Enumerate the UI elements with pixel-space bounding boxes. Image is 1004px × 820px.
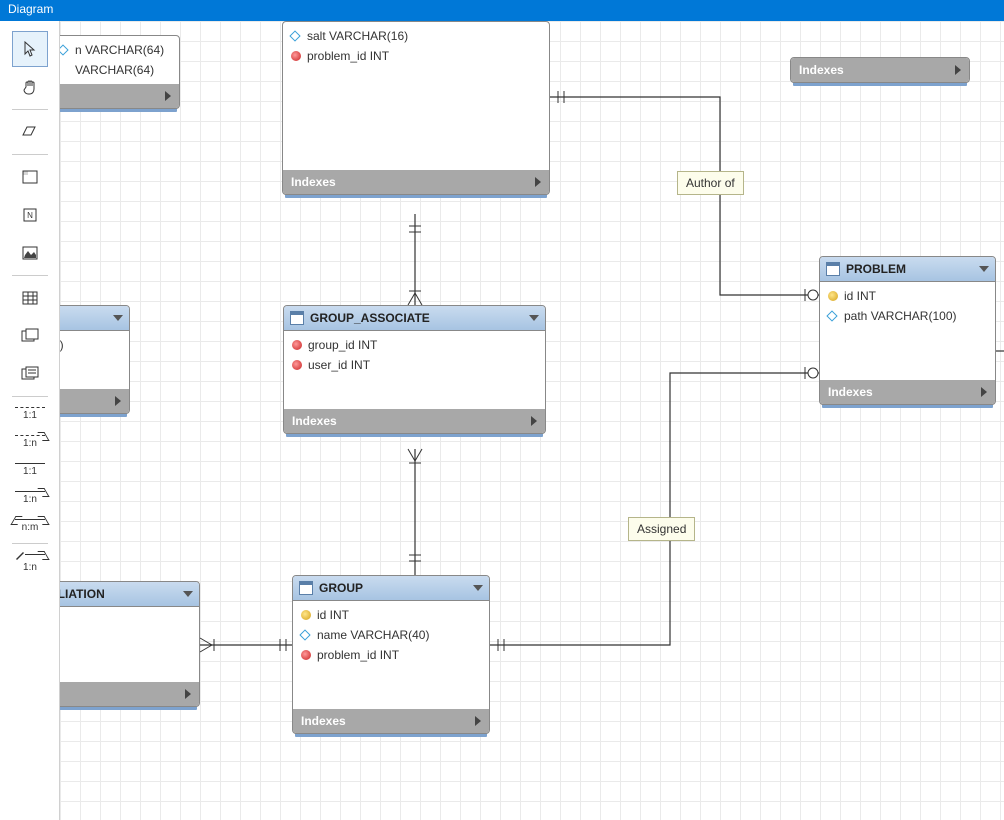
expand-icon [475, 716, 481, 726]
diamond-icon [289, 30, 300, 41]
tool-divider [12, 109, 48, 110]
entity-body: id INT path VARCHAR(100) [820, 282, 995, 380]
main-area: N 1:1 1:n 1:1 1:n [0, 21, 1004, 820]
rel-label-assigned[interactable]: Assigned [628, 517, 695, 541]
column-row[interactable]: VARCHAR(64) [51, 60, 179, 80]
indexes-bar[interactable]: Indexes [284, 409, 545, 433]
entity-group-associate[interactable]: GROUP_ASSOCIATE group_id INT user_id INT… [283, 305, 546, 434]
tool-eraser[interactable] [12, 114, 48, 150]
column-row[interactable]: user_id INT [284, 355, 545, 375]
rel-label-author-of[interactable]: Author of [677, 171, 744, 195]
indexes-bar[interactable]: Indexes [293, 709, 489, 733]
tool-view[interactable] [12, 318, 48, 354]
chevron-down-icon [113, 315, 123, 321]
tool-divider [12, 275, 48, 276]
tab-label: Diagram [8, 2, 53, 16]
rel-tool-1-n[interactable]: 1:n [12, 485, 48, 511]
column-row[interactable]: name VARCHAR(40) [293, 625, 489, 645]
entity-body: salt VARCHAR(16) problem_id INT [283, 22, 549, 170]
table-icon [299, 581, 313, 595]
entity-body: group_id INT user_id INT [284, 331, 545, 409]
indexes-bar[interactable] [51, 84, 179, 108]
table-icon [826, 262, 840, 276]
expand-icon [185, 689, 191, 699]
tool-divider [12, 154, 48, 155]
indexes-bar[interactable]: Indexes [791, 58, 969, 82]
svg-text:N: N [27, 211, 33, 220]
column-row[interactable]: id INT [293, 605, 489, 625]
pk-icon [301, 610, 311, 620]
pk-icon [828, 291, 838, 301]
column-row[interactable]: n VARCHAR(64) [51, 40, 179, 60]
expand-icon [115, 396, 121, 406]
fk-icon [292, 360, 302, 370]
entity-body: n VARCHAR(64) VARCHAR(64) [51, 36, 179, 84]
entity-header[interactable]: PROBLEM [820, 257, 995, 282]
diamond-icon [826, 310, 837, 321]
column-row[interactable]: problem_id INT [283, 46, 549, 66]
rel-tool-pencil-1-n[interactable]: 1:n [12, 548, 48, 574]
fk-icon [292, 340, 302, 350]
indexes-bar[interactable]: Indexes [283, 170, 549, 194]
fk-icon [291, 51, 301, 61]
entity-header[interactable]: GROUP [293, 576, 489, 601]
chevron-down-icon [979, 266, 989, 272]
expand-icon [535, 177, 541, 187]
chevron-down-icon [529, 315, 539, 321]
expand-icon [955, 65, 961, 75]
rel-tool-1-1[interactable]: 1:1 [12, 457, 48, 483]
column-row[interactable]: problem_id INT [293, 645, 489, 665]
column-row[interactable]: group_id INT [284, 335, 545, 355]
tool-divider [12, 543, 48, 544]
entity-group[interactable]: GROUP id INT name VARCHAR(40) problem_id… [292, 575, 490, 734]
fk-icon [301, 650, 311, 660]
tool-layer[interactable] [12, 159, 48, 195]
entity-body: id INT name VARCHAR(40) problem_id INT [293, 601, 489, 709]
indexes-bar[interactable]: Indexes [820, 380, 995, 404]
indexes-bar[interactable] [41, 682, 199, 706]
entity-indexes-cut[interactable]: Indexes [790, 57, 970, 83]
expand-icon [165, 91, 171, 101]
rel-tool-n-m[interactable]: n:m [12, 513, 48, 539]
entity-salt[interactable]: salt VARCHAR(16) problem_id INT Indexes [282, 21, 550, 195]
column-row[interactable]: salt VARCHAR(16) [283, 26, 549, 46]
toolbar: N 1:1 1:n 1:1 1:n [0, 21, 60, 820]
tool-image[interactable] [12, 235, 48, 271]
tool-routine[interactable] [12, 356, 48, 392]
tool-note[interactable]: N [12, 197, 48, 233]
column-row[interactable]: path VARCHAR(100) [820, 306, 995, 326]
entity-filiation[interactable]: FILIATION [40, 581, 200, 707]
tool-hand[interactable] [12, 69, 48, 105]
entity-header[interactable]: GROUP_ASSOCIATE [284, 306, 545, 331]
tool-divider [12, 396, 48, 397]
column-row[interactable]: id INT [820, 286, 995, 306]
tool-pointer[interactable] [12, 31, 48, 67]
chevron-down-icon [473, 585, 483, 591]
entity-body [41, 607, 199, 682]
rel-tool-1-1-dashed[interactable]: 1:1 [12, 401, 48, 427]
expand-icon [531, 416, 537, 426]
tab-header[interactable]: Diagram [0, 0, 1004, 21]
diamond-icon [299, 629, 310, 640]
expand-icon [981, 387, 987, 397]
chevron-down-icon [183, 591, 193, 597]
entity-user-cut[interactable]: n VARCHAR(64) VARCHAR(64) [50, 35, 180, 109]
rel-tool-1-n-dashed[interactable]: 1:n [12, 429, 48, 455]
entity-problem[interactable]: PROBLEM id INT path VARCHAR(100) Indexes [819, 256, 996, 405]
tool-table[interactable] [12, 280, 48, 316]
table-icon [290, 311, 304, 325]
entity-header[interactable]: FILIATION [41, 582, 199, 607]
diagram-canvas[interactable]: Author of Assigned n VARCHAR(64) VARCHAR… [60, 21, 1004, 820]
